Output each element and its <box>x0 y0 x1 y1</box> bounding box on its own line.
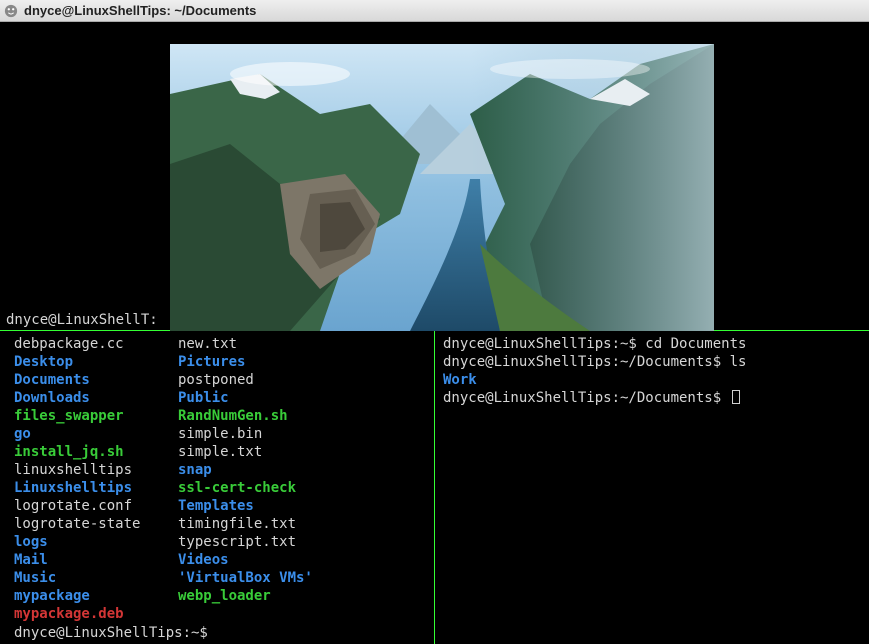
ls-row: DownloadsPublic <box>14 389 428 407</box>
tmux-left-pane[interactable]: debpackage.ccnew.txtDesktopPicturesDocum… <box>0 331 435 644</box>
ls-entry: Downloads <box>14 389 178 407</box>
terminal-text: ls <box>730 354 747 370</box>
terminal-line: dnyce@LinuxShellTips:~/Documents$ <box>443 389 863 407</box>
ls-entry: logrotate-state <box>14 515 178 533</box>
inline-image-preview <box>170 44 714 331</box>
ls-entry: Videos <box>178 551 428 569</box>
window-titlebar: dnyce@LinuxShellTips: ~/Documents <box>0 0 869 22</box>
ls-entry: Pictures <box>178 353 428 371</box>
ls-entry: mypackage <box>14 587 178 605</box>
ls-row: logstypescript.txt <box>14 533 428 551</box>
terminal-line: Work <box>443 371 863 389</box>
terminal-line: dnyce@LinuxShellTips:~$ cd Documents <box>443 335 863 353</box>
ls-entry: postponed <box>178 371 428 389</box>
ls-row: gosimple.bin <box>14 425 428 443</box>
terminal-text: Work <box>443 372 477 388</box>
ls-row: Music'VirtualBox VMs' <box>14 569 428 587</box>
ls-row: Linuxshelltipsssl-cert-check <box>14 479 428 497</box>
window-title: dnyce@LinuxShellTips: ~/Documents <box>24 3 256 18</box>
ls-entry: Public <box>178 389 428 407</box>
ls-entry: mypackage.deb <box>14 605 178 623</box>
ls-listing: debpackage.ccnew.txtDesktopPicturesDocum… <box>14 335 428 624</box>
ls-entry: Linuxshelltips <box>14 479 178 497</box>
terminal-text: dnyce@LinuxShellTips:~/Documents$ <box>443 354 730 370</box>
terminal-text: dnyce@LinuxShellTips:~/Documents$ <box>443 390 730 406</box>
ls-entry: webp_loader <box>178 587 428 605</box>
ls-entry: Music <box>14 569 178 587</box>
app-icon <box>4 4 18 18</box>
ls-entry: simple.bin <box>178 425 428 443</box>
ls-row: install_jq.shsimple.txt <box>14 443 428 461</box>
ls-row: MailVideos <box>14 551 428 569</box>
ls-entry: timingfile.txt <box>178 515 428 533</box>
ls-entry: typescript.txt <box>178 533 428 551</box>
ls-entry: debpackage.cc <box>14 335 178 353</box>
left-pane-prompt[interactable]: dnyce@LinuxShellTips:~$ <box>14 624 428 644</box>
ls-entry: Documents <box>14 371 178 389</box>
top-pane-prompt: dnyce@LinuxShellT: <box>6 312 158 328</box>
ls-entry: new.txt <box>178 335 428 353</box>
ls-row: logrotate.confTemplates <box>14 497 428 515</box>
ls-entry: Desktop <box>14 353 178 371</box>
ls-entry: install_jq.sh <box>14 443 178 461</box>
ls-row: files_swapperRandNumGen.sh <box>14 407 428 425</box>
ls-row: DesktopPictures <box>14 353 428 371</box>
ls-row: Documentspostponed <box>14 371 428 389</box>
terminal-line: dnyce@LinuxShellTips:~/Documents$ ls <box>443 353 863 371</box>
ls-entry: go <box>14 425 178 443</box>
ls-entry: logrotate.conf <box>14 497 178 515</box>
ls-row: logrotate-statetimingfile.txt <box>14 515 428 533</box>
terminal-text: cd Documents <box>645 336 746 352</box>
ls-entry: ssl-cert-check <box>178 479 428 497</box>
tmux-right-pane[interactable]: dnyce@LinuxShellTips:~$ cd Documentsdnyc… <box>435 331 869 644</box>
tmux-top-pane[interactable]: dnyce@LinuxShellT: <box>0 22 869 331</box>
ls-entry: Templates <box>178 497 428 515</box>
ls-entry: files_swapper <box>14 407 178 425</box>
ls-entry: logs <box>14 533 178 551</box>
terminal-text: dnyce@LinuxShellTips:~$ <box>443 336 645 352</box>
ls-entry: simple.txt <box>178 443 428 461</box>
ls-row: debpackage.ccnew.txt <box>14 335 428 353</box>
ls-entry: RandNumGen.sh <box>178 407 428 425</box>
ls-row: mypackagewebp_loader <box>14 587 428 605</box>
ls-entry: 'VirtualBox VMs' <box>178 569 428 587</box>
ls-entry <box>178 605 428 623</box>
terminal[interactable]: dnyce@LinuxShellT: debpackage.ccnew.txtD… <box>0 22 869 644</box>
cursor <box>732 390 740 404</box>
ls-entry: Mail <box>14 551 178 569</box>
ls-entry: snap <box>178 461 428 479</box>
ls-entry: linuxshelltips <box>14 461 178 479</box>
ls-row: linuxshelltipssnap <box>14 461 428 479</box>
ls-row: mypackage.deb <box>14 605 428 623</box>
